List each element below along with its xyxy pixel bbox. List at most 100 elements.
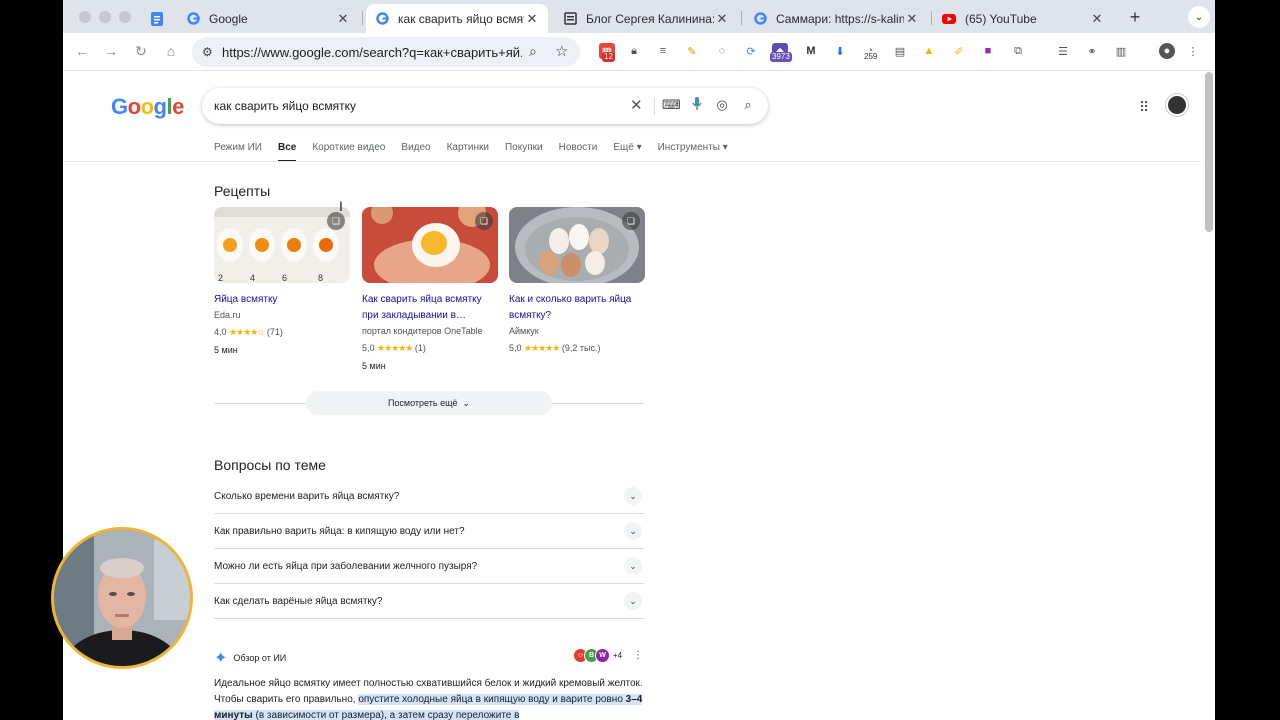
- recipe-card[interactable]: ❏ Как сварить яйца всмятку при закладыва…: [362, 207, 498, 371]
- page-scrollbar[interactable]: [1205, 72, 1213, 232]
- brush-ext-icon[interactable]: ✎: [684, 43, 700, 59]
- recipe-thumbnail[interactable]: 2 4 6 8 ❏: [214, 207, 350, 283]
- faq-item[interactable]: Сколько времени варить яйца всмятку? ⌄: [214, 479, 644, 514]
- address-bar[interactable]: ⚙ https://www.google.com/search?q=как+св…: [192, 37, 580, 67]
- recipe-source: Аймкук: [509, 326, 539, 336]
- tab-images[interactable]: Картинки: [447, 142, 489, 162]
- tab-google[interactable]: Google ✕: [177, 4, 359, 33]
- window-controls[interactable]: [79, 11, 131, 23]
- microphone-icon[interactable]: [688, 97, 706, 114]
- recipe-card[interactable]: ❏ Как и сколько варить яйца всмятку? Айм…: [509, 207, 645, 354]
- chevron-down-icon[interactable]: ⌄: [624, 522, 642, 540]
- tab-youtube[interactable]: (65) YouTube ✕: [933, 4, 1113, 33]
- stats-badge: 259: [864, 52, 878, 61]
- recipe-card[interactable]: 2 4 6 8 ❏ Яйца всмятку Eda.ru 4,0 ★★★★☆ …: [214, 207, 350, 355]
- tab-summary[interactable]: Саммари: https://s-kalinin. ✕: [744, 4, 928, 33]
- recipe-thumbnail[interactable]: ❏: [509, 207, 645, 283]
- site-settings-icon[interactable]: ⚙: [202, 45, 213, 59]
- tab-tools[interactable]: Инструменты ▾: [658, 142, 728, 162]
- recipe-source: Eda.ru: [214, 310, 241, 320]
- m-ext-icon[interactable]: M: [803, 43, 819, 59]
- chevron-down-icon[interactable]: ⌄: [624, 592, 642, 610]
- browser-toolbar: ← → ↻ ⌂ ⚙ https://www.google.com/search?…: [63, 33, 1215, 71]
- reading-list-icon[interactable]: ☰: [1055, 43, 1071, 59]
- close-icon[interactable]: ✕: [524, 11, 540, 27]
- bookmark-icon[interactable]: ❏: [475, 212, 493, 230]
- tab-news[interactable]: Новости: [559, 142, 598, 162]
- clipboard-ext-icon[interactable]: ▤: [892, 43, 908, 59]
- close-icon[interactable]: ✕: [335, 11, 351, 27]
- tab-docs[interactable]: [141, 4, 173, 33]
- recipe-title[interactable]: Яйца всмятку: [214, 292, 350, 308]
- more-options-icon[interactable]: ⋮: [633, 650, 643, 661]
- tab-short-videos[interactable]: Короткие видео: [312, 142, 385, 162]
- note-ext-icon[interactable]: ✐: [951, 43, 967, 59]
- lens-camera-icon[interactable]: ◎: [713, 97, 731, 113]
- close-icon[interactable]: ✕: [1089, 11, 1105, 27]
- chevron-down-icon[interactable]: ⌄: [624, 557, 642, 575]
- download-ext-icon[interactable]: ⬇: [832, 43, 848, 59]
- new-tab-button[interactable]: +: [1125, 7, 1145, 28]
- webcam-overlay: [51, 527, 193, 669]
- google-icon: [374, 11, 390, 27]
- tab-more[interactable]: Ещё ▾: [613, 142, 641, 162]
- keyboard-icon[interactable]: ⌨: [662, 97, 681, 113]
- back-icon[interactable]: ←: [73, 43, 91, 59]
- lock-ext-icon[interactable]: 🔒︎: [626, 43, 642, 59]
- tab-all[interactable]: Все: [277, 142, 297, 162]
- recipe-title[interactable]: Как и сколько варить яйца всмятку?: [509, 292, 645, 324]
- ai-sources[interactable]: ☺ B W +4: [573, 648, 622, 663]
- search-box[interactable]: как сварить яйцо всмятку ✕ ⌨ ◎ ⌕: [202, 88, 768, 124]
- recipe-source: портал кондитеров OneTable: [362, 326, 483, 336]
- recipe-thumbnail[interactable]: ❏: [362, 207, 498, 283]
- caret-down-icon: ▾: [636, 142, 642, 153]
- warning-ext-icon[interactable]: ▲: [921, 43, 937, 59]
- forward-icon[interactable]: →: [102, 43, 120, 59]
- close-icon[interactable]: ✕: [714, 11, 730, 27]
- tab-ai-mode[interactable]: Режим ИИ: [214, 142, 262, 162]
- text-cursor-icon: I: [339, 198, 343, 214]
- puzzle-ext-icon[interactable]: ⧉: [1010, 43, 1026, 59]
- tab-shopping[interactable]: Покупки: [505, 142, 543, 162]
- sync-ext-icon[interactable]: ⟳: [743, 43, 759, 59]
- side-panel-icon[interactable]: ▥: [1113, 43, 1129, 59]
- bookmark-icon[interactable]: ❏: [622, 212, 640, 230]
- tab-search-menu[interactable]: ⌄: [1188, 6, 1210, 28]
- ai-overview-text: Идеальное яйцо всмятку имеет полностью с…: [214, 678, 643, 720]
- url-text: https://www.google.com/search?q=как+свар…: [222, 45, 522, 60]
- apps-grid-icon[interactable]: ⠿: [1139, 99, 1149, 116]
- link-icon[interactable]: ⚭: [1084, 43, 1100, 59]
- profile-icon[interactable]: ●: [1159, 43, 1175, 59]
- circle-ext-icon[interactable]: ◌: [714, 43, 730, 59]
- tray-ext-icon[interactable]: ≡: [655, 43, 671, 59]
- recipe-rating: 4,0 ★★★★☆ (71): [214, 327, 283, 337]
- tab-videos[interactable]: Видео: [401, 142, 430, 162]
- chevron-down-icon[interactable]: ⌄: [624, 487, 642, 505]
- show-more-button[interactable]: Посмотреть ещё ⌄: [306, 391, 552, 415]
- reload-icon[interactable]: ↻: [132, 43, 150, 60]
- clear-icon[interactable]: ✕: [630, 96, 643, 114]
- source-favicon-icon: W: [595, 648, 610, 663]
- recipe-title[interactable]: Как сварить яйца всмятку при закладывани…: [362, 292, 498, 324]
- google-logo[interactable]: Google: [111, 94, 184, 120]
- home-icon[interactable]: ⌂: [162, 43, 180, 59]
- bookmark-star-icon[interactable]: ☆: [555, 42, 568, 60]
- search-lens-icon[interactable]: ⌕: [529, 43, 537, 60]
- tab-search-active[interactable]: как сварить яйцо всмятку ✕: [366, 4, 548, 33]
- result-type-tabs: Режим ИИ Все Короткие видео Видео Картин…: [214, 142, 744, 162]
- menu-kebab-icon[interactable]: ⋮: [1185, 43, 1201, 59]
- docs-icon: [149, 11, 165, 27]
- purple-ext-icon[interactable]: ■: [980, 43, 996, 59]
- faq-item[interactable]: Как сделать варёные яйца всмятку? ⌄: [214, 584, 644, 619]
- search-icon[interactable]: ⌕: [739, 97, 757, 113]
- search-input[interactable]: как сварить яйцо всмятку: [214, 99, 356, 113]
- faq-item[interactable]: Можно ли есть яйца при заболевании желчн…: [214, 549, 644, 584]
- avatar[interactable]: [1166, 94, 1188, 116]
- ai-overview-label: Обзор от ИИ: [233, 653, 287, 663]
- tab-blog[interactable]: Блог Сергея Калинина: Ма ✕: [554, 4, 738, 33]
- bookmark-icon[interactable]: ❏: [327, 212, 345, 230]
- close-icon[interactable]: ✕: [904, 11, 920, 27]
- thumb-label: 6: [282, 273, 287, 283]
- faq-item[interactable]: Как правильно варить яйца: в кипящую вод…: [214, 514, 644, 549]
- recipe-rating: 5,0 ★★★★★ (1): [362, 343, 426, 353]
